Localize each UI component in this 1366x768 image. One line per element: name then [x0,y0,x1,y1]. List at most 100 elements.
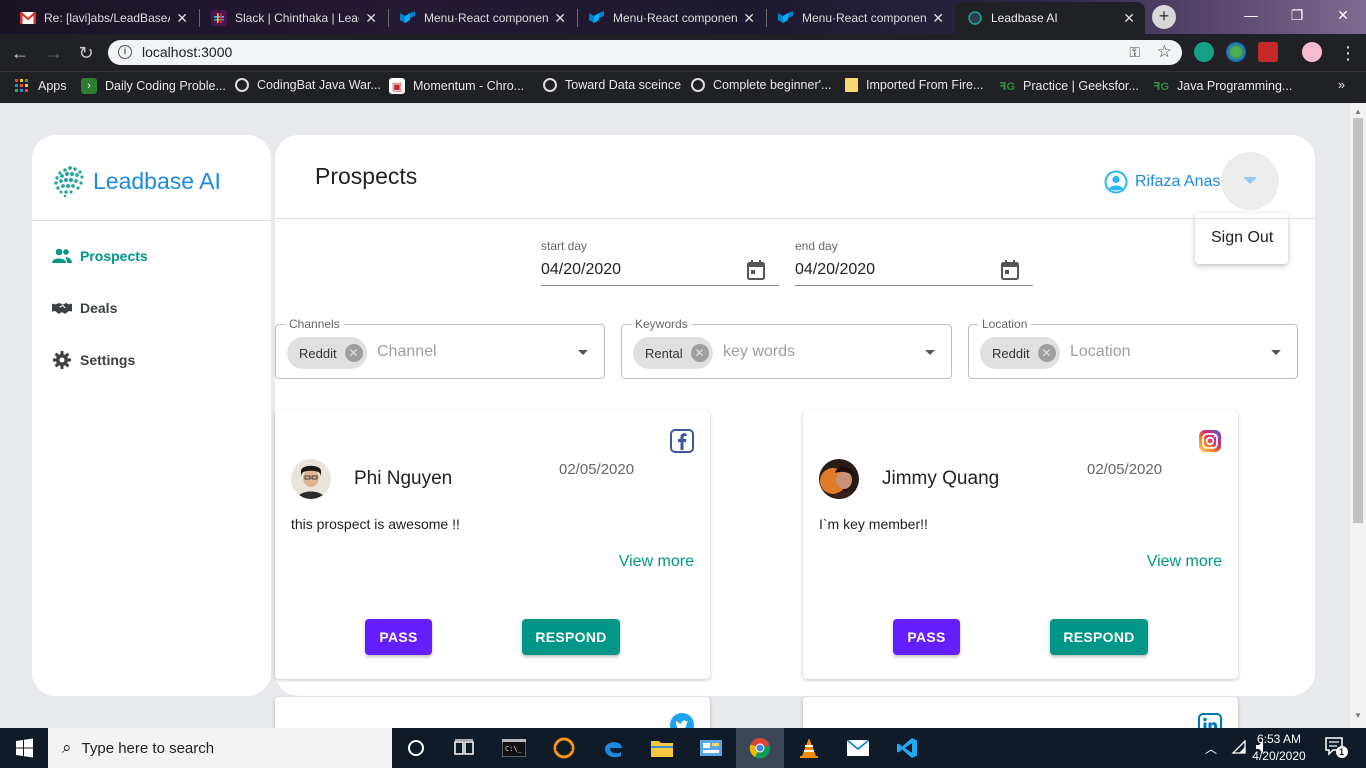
back-icon[interactable]: ← [8,41,32,65]
browser-tab[interactable]: Re: [lavi]abs/LeadBaseAI ✕ [8,2,198,34]
bookmark-item[interactable]: Complete beginner'... [691,78,831,92]
close-icon[interactable]: ✕ [365,10,377,27]
pass-button[interactable]: PASS [365,619,432,655]
close-icon[interactable]: ✕ [1123,10,1135,27]
maximize-button[interactable]: ❐ [1274,0,1320,30]
browser-tab[interactable]: Menu·React component ✕ [766,2,954,34]
location-filter[interactable]: Location Reddit ✕ Location [968,317,1298,379]
sidebar-item-deals[interactable]: Deals [52,298,117,318]
facebook-icon[interactable] [670,429,694,453]
wifi-icon[interactable] [1231,739,1247,757]
new-tab-button[interactable]: + [1152,5,1176,29]
edge-icon[interactable] [601,736,625,760]
close-icon[interactable]: ✕ [932,10,944,27]
close-icon[interactable]: ✕ [554,10,566,27]
remove-chip-icon[interactable]: ✕ [1037,344,1056,362]
taskbar-clock[interactable]: 6:53 AM 4/20/2020 [1247,731,1311,765]
extension-icon[interactable] [1226,42,1246,62]
respond-button[interactable]: RESPOND [1050,619,1148,655]
twitter-icon[interactable] [670,713,694,728]
browser-tab[interactable]: Slack | Chinthaka | Lead ✕ [199,2,387,34]
filter-chip[interactable]: Reddit ✕ [287,337,367,369]
vlc-icon[interactable] [797,736,821,760]
channels-input[interactable]: Channel [377,343,437,361]
sidebar-item-settings[interactable]: Settings [52,350,135,370]
sign-out-menu-item[interactable]: Sign Out [1211,229,1273,247]
cortana-icon[interactable] [404,736,428,760]
scroll-down-icon[interactable]: ▼ [1354,711,1362,720]
chrome-icon[interactable] [748,736,772,760]
minimize-button[interactable]: — [1228,0,1274,30]
chevron-up-icon[interactable]: ︿ [1205,740,1217,757]
bookmark-item[interactable]: ꟻG Java Programming... [1153,78,1292,94]
location-input[interactable]: Location [1070,343,1131,361]
bookmark-item[interactable]: Toward Data sceince [543,78,681,92]
start-date-field[interactable]: start day 04/20/2020 [541,239,779,286]
view-more-link[interactable]: View more [619,553,694,571]
filter-chip[interactable]: Reddit ✕ [980,337,1060,369]
linkedin-icon[interactable] [1198,713,1222,728]
scrollbar-thumb[interactable] [1353,118,1363,523]
instagram-icon[interactable] [1198,429,1222,453]
dropdown-arrow-icon[interactable] [1271,350,1281,355]
channels-filter[interactable]: Channels Reddit ✕ Channel [275,317,605,379]
address-bar[interactable]: i localhost:3000 ⚿ ☆ [108,40,1182,65]
scroll-up-icon[interactable]: ▲ [1354,107,1362,116]
end-date-field[interactable]: end day 04/20/2020 [795,239,1033,286]
bookmark-item[interactable]: ▣ Momentum - Chro... [389,78,524,94]
notifications-icon[interactable]: 1 [1325,737,1349,762]
remove-chip-icon[interactable]: ✕ [344,344,363,362]
file-explorer-icon[interactable] [650,736,674,760]
pass-button[interactable]: PASS [893,619,960,655]
browser-tab[interactable]: Menu·React component ✕ [577,2,765,34]
extension-icon[interactable] [1258,42,1278,62]
keywords-input[interactable]: key words [723,343,795,361]
taskbar-search-box[interactable]: ⌕ Type here to search [48,728,392,768]
browser-tab-active[interactable]: Leadbase AI ✕ [955,2,1145,34]
bookmark-item[interactable]: › Daily Coding Proble... [81,78,226,94]
bookmark-item[interactable]: Apps [14,78,67,94]
mail-icon[interactable] [846,736,870,760]
control-panel-icon[interactable] [699,736,723,760]
keywords-filter[interactable]: Keywords Rental ✕ key words [621,317,952,379]
info-icon[interactable]: i [118,45,132,59]
dropdown-arrow-icon[interactable] [925,350,935,355]
sidebar-item-prospects[interactable]: Prospects [52,246,148,266]
extension-icon[interactable] [1194,42,1214,62]
reload-icon[interactable]: ↻ [74,41,98,65]
task-view-icon[interactable] [452,736,476,760]
user-chip[interactable]: Rifaza Anas [1104,170,1220,194]
forward-icon[interactable]: → [42,41,66,65]
close-icon[interactable]: ✕ [743,10,755,27]
profile-avatar[interactable] [1302,42,1322,62]
filter-label: Channels [285,317,344,331]
close-icon[interactable]: ✕ [176,10,188,27]
end-date-value[interactable]: 04/20/2020 [795,261,875,279]
dropdown-arrow-icon[interactable] [578,350,588,355]
more-vert-icon[interactable]: ⋮ [1336,41,1360,65]
filter-chip[interactable]: Rental ✕ [633,337,713,369]
start-date-value[interactable]: 04/20/2020 [541,261,621,279]
respond-button[interactable]: RESPOND [522,619,620,655]
bookmark-item[interactable]: ꟻG Practice | Geeksfor... [999,78,1139,94]
page-scrollbar[interactable]: ▲ ▼ [1350,103,1366,728]
remove-chip-icon[interactable]: ✕ [690,344,709,362]
terminal-icon[interactable]: C:\_ [502,736,526,760]
more-bookmarks-button[interactable]: » [1338,78,1345,92]
eclipse-icon[interactable] [552,736,576,760]
close-window-button[interactable]: ✕ [1320,0,1366,30]
calendar-icon[interactable] [747,260,765,280]
calendar-icon[interactable] [1001,260,1019,280]
brand-logo[interactable]: Leadbase AI [52,163,221,199]
bookmark-item[interactable]: CodingBat Java War... [235,78,381,92]
browser-tab[interactable]: Menu·React component ✕ [388,2,576,34]
windows-start-button[interactable] [0,728,48,768]
start-date-label: start day [541,239,588,253]
bookmark-item[interactable]: Imported From Fire... [845,78,983,92]
user-menu-toggle[interactable] [1221,152,1279,210]
url-text[interactable]: localhost:3000 [142,44,232,60]
vscode-icon[interactable] [895,736,919,760]
star-icon[interactable]: ☆ [1157,42,1172,62]
view-more-link[interactable]: View more [1147,553,1222,571]
key-icon[interactable]: ⚿ [1129,44,1140,61]
